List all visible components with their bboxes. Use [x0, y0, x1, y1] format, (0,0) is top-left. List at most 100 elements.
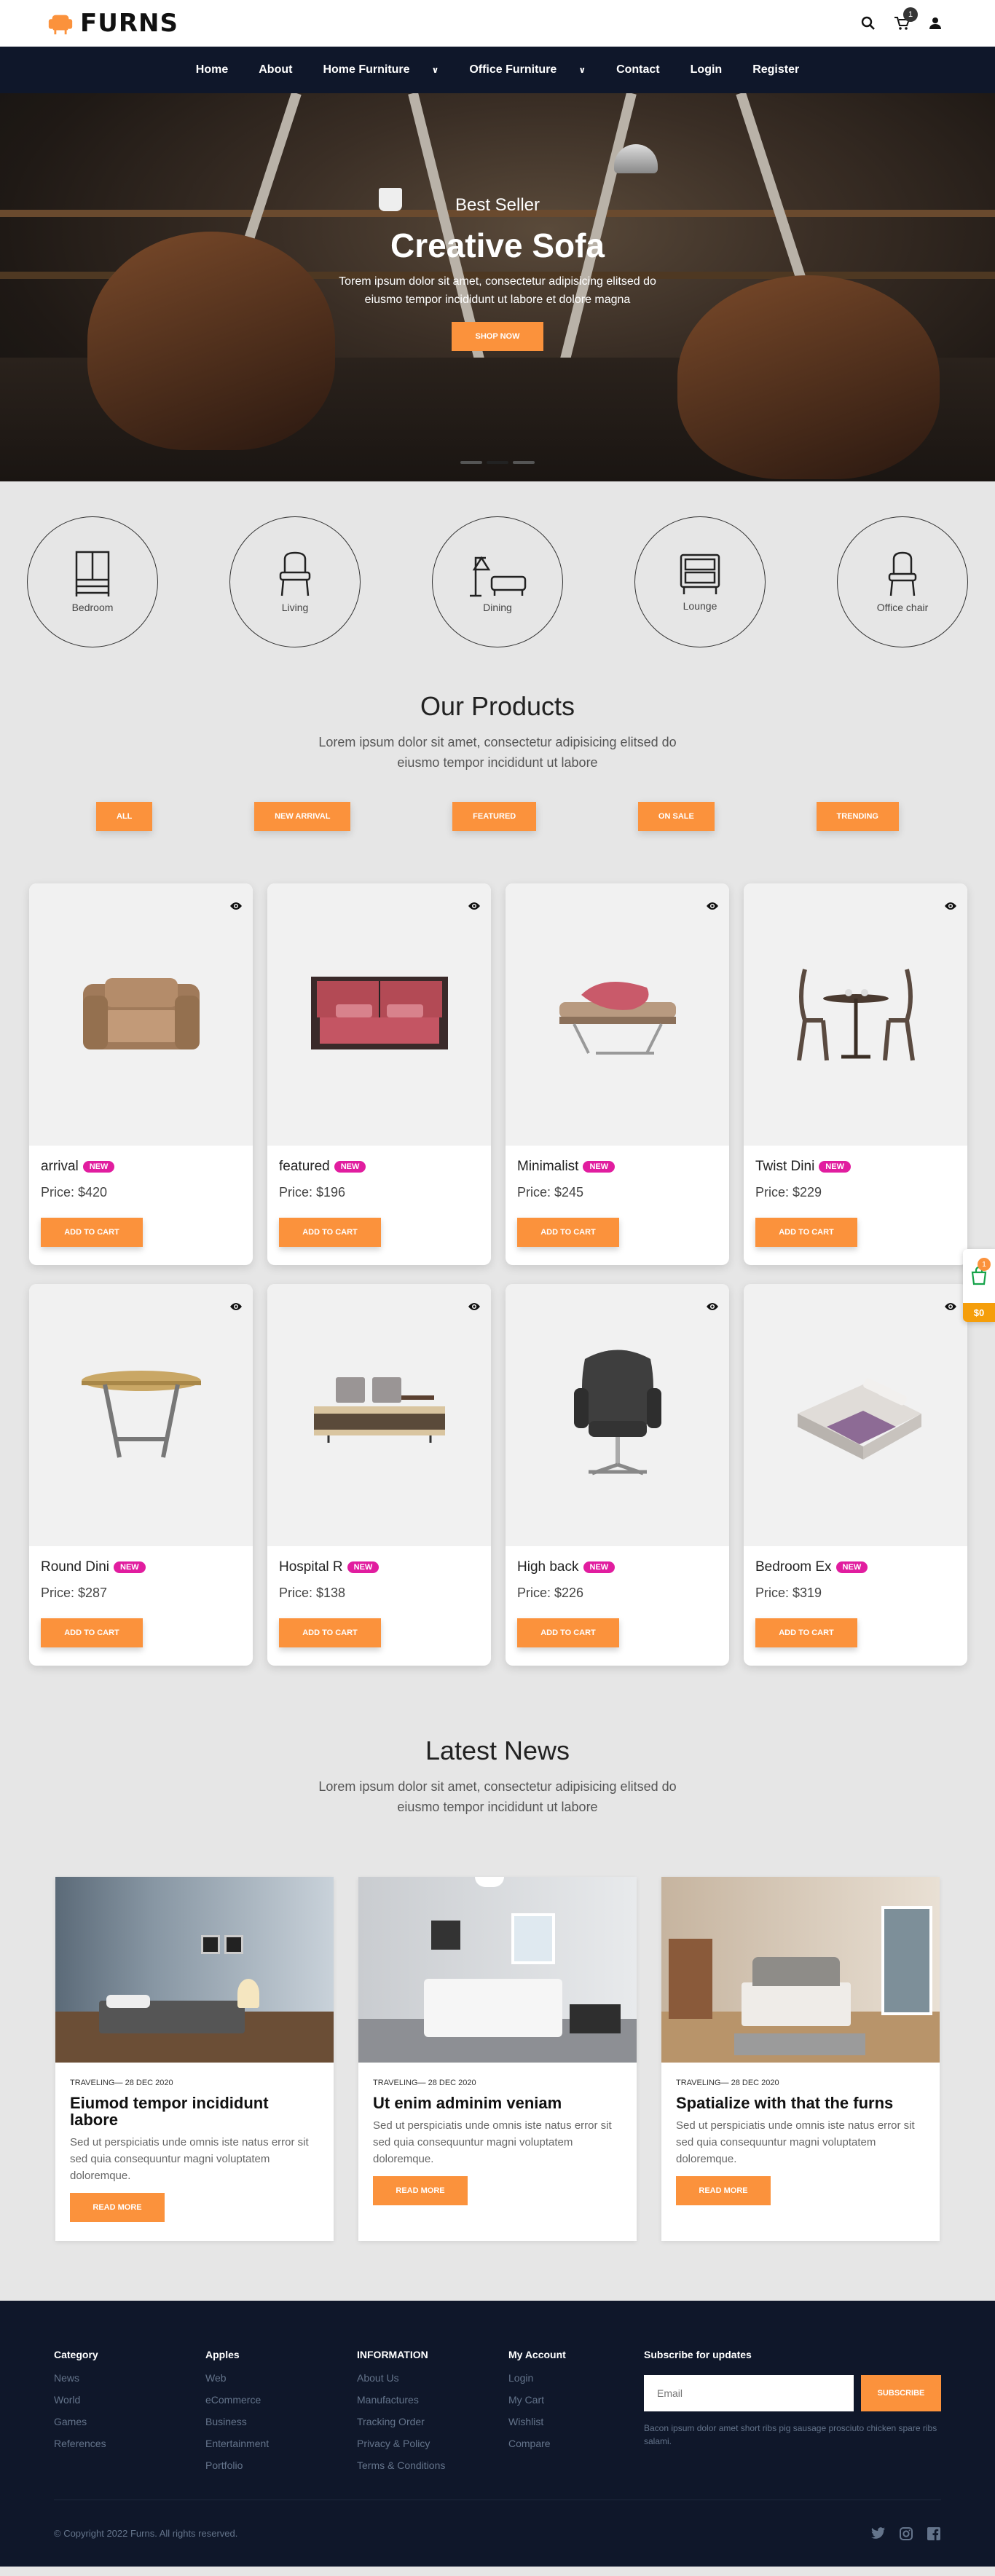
quick-view-eye-icon[interactable]: [229, 1301, 243, 1315]
product-image[interactable]: [29, 1284, 253, 1546]
filter-featured[interactable]: FEATURED: [452, 802, 537, 831]
instagram-icon[interactable]: [899, 2526, 913, 2541]
news-image-bedroom[interactable]: [55, 1877, 334, 2063]
nav-item-contact[interactable]: Contact: [616, 63, 660, 76]
product-card[interactable]: Bedroom Ex NEW Price: $319 ADD TO CART: [744, 1284, 967, 1666]
product-image[interactable]: [267, 883, 491, 1146]
add-to-cart-button[interactable]: ADD TO CART: [41, 1618, 143, 1647]
footer-link[interactable]: References: [54, 2438, 205, 2449]
product-image[interactable]: [744, 1284, 967, 1546]
floating-cart[interactable]: 1 $0: [963, 1249, 995, 1322]
category-bedroom[interactable]: Bedroom: [27, 516, 158, 647]
footer-link[interactable]: Terms & Conditions: [357, 2459, 508, 2471]
quick-view-eye-icon[interactable]: [468, 901, 481, 915]
quick-view-eye-icon[interactable]: [944, 1301, 957, 1315]
product-name[interactable]: Twist Dini: [755, 1159, 814, 1175]
news-title[interactable]: Eiumod tempor incididunt labore: [70, 2095, 319, 2128]
shop-now-button[interactable]: SHOP NOW: [452, 322, 543, 351]
filter-on-sale[interactable]: ON SALE: [637, 802, 715, 831]
product-card[interactable]: Round Dini NEW Price: $287 ADD TO CART: [29, 1284, 253, 1666]
category-dining[interactable]: Dining: [432, 516, 563, 647]
product-card[interactable]: arrival NEW Price: $420 ADD TO CART: [29, 883, 253, 1265]
user-icon[interactable]: [927, 15, 944, 32]
logo[interactable]: FURNS: [47, 9, 178, 38]
filter-all[interactable]: ALL: [96, 802, 153, 831]
add-to-cart-button[interactable]: ADD TO CART: [755, 1618, 857, 1647]
subscribe-button[interactable]: SUBSCRIBE: [861, 2375, 941, 2411]
product-name[interactable]: featured: [279, 1159, 330, 1175]
footer-link[interactable]: About Us: [357, 2372, 508, 2384]
product-card[interactable]: Twist Dini NEW Price: $229 ADD TO CART: [744, 883, 967, 1265]
add-to-cart-button[interactable]: ADD TO CART: [517, 1218, 619, 1247]
nav-item-home-furniture[interactable]: Home Furniture ∨: [323, 63, 438, 76]
footer-link[interactable]: Web: [205, 2372, 357, 2384]
footer-link[interactable]: Privacy & Policy: [357, 2438, 508, 2449]
news-card[interactable]: TRAVELING— 28 DEC 2020 Spatialize with th…: [661, 1877, 940, 2241]
add-to-cart-button[interactable]: ADD TO CART: [517, 1618, 619, 1647]
product-name[interactable]: Round Dini: [41, 1559, 109, 1575]
add-to-cart-button[interactable]: ADD TO CART: [755, 1218, 857, 1247]
footer-link[interactable]: eCommerce: [205, 2394, 357, 2406]
footer-link[interactable]: Tracking Order: [357, 2416, 508, 2427]
product-card[interactable]: Minimalist NEW Price: $245 ADD TO CART: [506, 883, 729, 1265]
news-title[interactable]: Spatialize with that the furns: [676, 2095, 925, 2111]
news-image-bedroom[interactable]: [661, 1877, 940, 2063]
slider-dot[interactable]: [460, 461, 482, 464]
nav-item-home[interactable]: Home: [196, 63, 228, 76]
product-card[interactable]: High back NEW Price: $226 ADD TO CART: [506, 1284, 729, 1666]
footer-link[interactable]: World: [54, 2394, 205, 2406]
search-icon[interactable]: [860, 15, 877, 32]
quick-view-eye-icon[interactable]: [229, 901, 243, 915]
nav-item-register[interactable]: Register: [752, 63, 799, 76]
email-input[interactable]: [644, 2375, 854, 2411]
product-card[interactable]: featured NEW Price: $196 ADD TO CART: [267, 883, 491, 1265]
add-to-cart-button[interactable]: ADD TO CART: [41, 1218, 143, 1247]
filter-trending[interactable]: TRENDING: [816, 802, 899, 831]
nav-item-about[interactable]: About: [259, 63, 292, 76]
news-card[interactable]: TRAVELING— 28 DEC 2020 Eiumod tempor inci…: [55, 1877, 334, 2241]
twitter-icon[interactable]: [871, 2526, 886, 2541]
quick-view-eye-icon[interactable]: [706, 1301, 719, 1315]
footer-link[interactable]: Entertainment: [205, 2438, 357, 2449]
footer-link[interactable]: Games: [54, 2416, 205, 2427]
footer-link[interactable]: Wishlist: [508, 2416, 660, 2427]
product-name[interactable]: Minimalist: [517, 1159, 578, 1175]
read-more-button[interactable]: READ MORE: [70, 2193, 165, 2222]
slider-dot-active[interactable]: [487, 461, 508, 464]
filter-new-arrival[interactable]: NEW ARRIVAL: [254, 802, 351, 831]
product-name[interactable]: Bedroom Ex: [755, 1559, 832, 1575]
footer-link[interactable]: Portfolio: [205, 2459, 357, 2471]
cart-icon[interactable]: 1: [893, 7, 918, 32]
nav-item-login[interactable]: Login: [691, 63, 723, 76]
quick-view-eye-icon[interactable]: [944, 901, 957, 915]
news-image-bedroom[interactable]: [358, 1877, 637, 2063]
add-to-cart-button[interactable]: ADD TO CART: [279, 1618, 381, 1647]
footer-link[interactable]: My Cart: [508, 2394, 660, 2406]
footer-link[interactable]: Compare: [508, 2438, 660, 2449]
product-name[interactable]: arrival: [41, 1159, 79, 1175]
add-to-cart-button[interactable]: ADD TO CART: [279, 1218, 381, 1247]
footer-link[interactable]: Login: [508, 2372, 660, 2384]
product-image[interactable]: [506, 1284, 729, 1546]
product-image[interactable]: [29, 883, 253, 1146]
quick-view-eye-icon[interactable]: [706, 901, 719, 915]
category-living[interactable]: Living: [229, 516, 361, 647]
product-name[interactable]: High back: [517, 1559, 579, 1575]
read-more-button[interactable]: READ MORE: [676, 2176, 771, 2205]
news-card[interactable]: TRAVELING— 28 DEC 2020 Ut enim adminim ve…: [358, 1877, 637, 2241]
footer-link[interactable]: Manufactures: [357, 2394, 508, 2406]
product-image[interactable]: [744, 883, 967, 1146]
quick-view-eye-icon[interactable]: [468, 1301, 481, 1315]
facebook-icon[interactable]: [927, 2526, 941, 2541]
product-card[interactable]: Hospital R NEW Price: $138 ADD TO CART: [267, 1284, 491, 1666]
product-image[interactable]: [506, 883, 729, 1146]
product-name[interactable]: Hospital R: [279, 1559, 343, 1575]
read-more-button[interactable]: READ MORE: [373, 2176, 468, 2205]
product-image[interactable]: [267, 1284, 491, 1546]
news-title[interactable]: Ut enim adminim veniam: [373, 2095, 622, 2111]
slider-dot[interactable]: [513, 461, 535, 464]
footer-link[interactable]: Business: [205, 2416, 357, 2427]
category-lounge[interactable]: Lounge: [634, 516, 766, 647]
footer-link[interactable]: News: [54, 2372, 205, 2384]
category-office-chair[interactable]: Office chair: [837, 516, 968, 647]
